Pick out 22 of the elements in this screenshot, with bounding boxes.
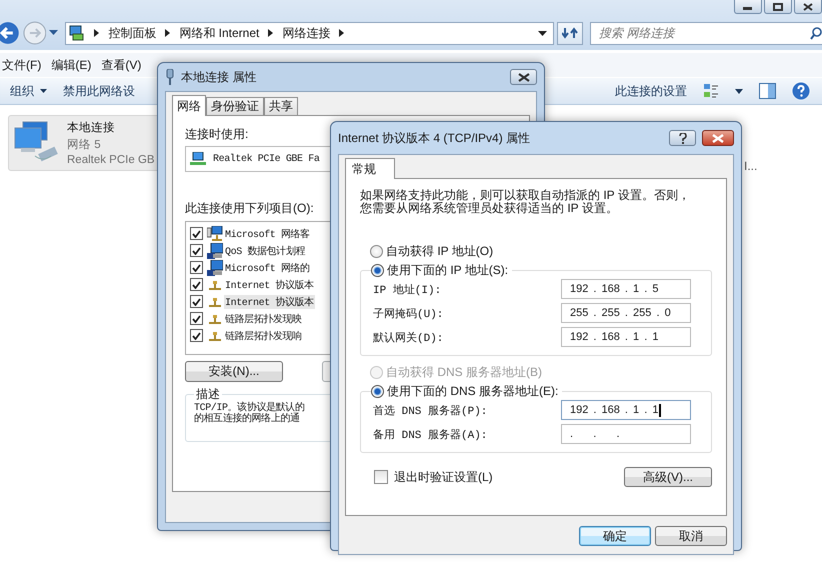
connection-network: 网络 5	[67, 138, 101, 152]
field-label: 默认网关(D):	[373, 330, 444, 344]
connection-adapter: I...	[744, 159, 758, 173]
intro-text: 如果网络支持此功能，则可以获取自动指派的 IP 设置。否则，您需要从网络系统管理员处获得适当的 IP 设置。	[360, 189, 691, 215]
field-label: IP 地址(I):	[373, 283, 442, 296]
ip-address-value: 255 . 255 . 255 . 0	[570, 307, 671, 319]
window-title: Internet 协议版本 4 (TCP/IPv4) 属性	[338, 130, 530, 146]
list-label: 此连接使用下列项目(O):	[185, 200, 314, 217]
field-label: 首选 DNS 服务器(P):	[373, 404, 488, 418]
window-title: 本地连接 属性	[181, 68, 256, 86]
field-label: 备用 DNS 服务器(A):	[373, 428, 488, 442]
ip-address-value: 192 . 168 . 1 . 1	[570, 331, 658, 343]
ip-address-value: 192 . 168 . 1 . 1	[570, 404, 658, 416]
ip-address-value: . . .	[570, 428, 620, 440]
connection-adapter: Realtek PCIe GB	[67, 154, 155, 166]
ip-address-value: 192 . 168 . 1 . 5	[570, 283, 658, 295]
connection-name: 本地连接	[67, 120, 115, 135]
field-label: 连接时使用:	[185, 126, 248, 143]
field-label: 子网掩码(U):	[373, 307, 444, 320]
adapter-name: Realtek PCIe GBE Fa	[213, 154, 320, 164]
description-text: TCP/IP。该协议是默认的 的相互连接的网络上的通	[194, 403, 304, 425]
group-label: 描述	[195, 386, 221, 402]
